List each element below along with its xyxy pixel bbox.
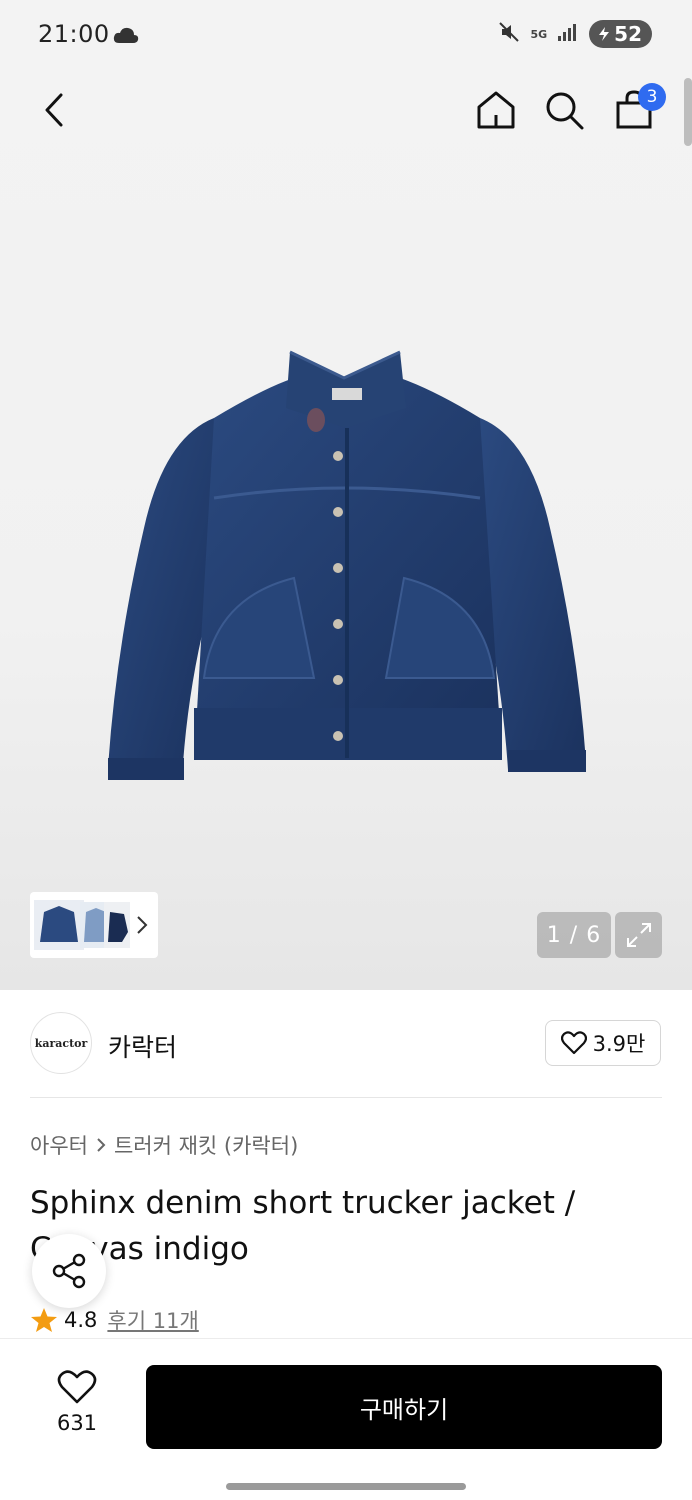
network-5g-icon: 5G bbox=[530, 27, 548, 41]
share-button[interactable] bbox=[32, 1234, 106, 1308]
product-image bbox=[108, 350, 586, 780]
wishlist-button[interactable]: 631 bbox=[44, 1369, 110, 1449]
status-bar: 21:00 5G 52 bbox=[0, 0, 692, 72]
breadcrumb: 아우터 트러커 재킷 (카락터) bbox=[30, 1130, 298, 1160]
search-icon bbox=[546, 92, 584, 130]
signal-icon bbox=[557, 22, 579, 46]
search-button[interactable] bbox=[538, 84, 590, 136]
bottom-bar: 631 구매하기 bbox=[0, 1338, 692, 1500]
top-nav: 3 bbox=[0, 72, 692, 148]
star-icon bbox=[31, 1308, 57, 1332]
rating-score: 4.8 bbox=[64, 1308, 98, 1332]
rating-row: 4.8 후기 11개 bbox=[30, 1305, 199, 1335]
buy-button[interactable]: 구매하기 bbox=[146, 1365, 662, 1449]
cart-button[interactable]: 3 bbox=[608, 83, 666, 136]
share-icon bbox=[52, 1253, 86, 1289]
thumbnail-strip[interactable] bbox=[30, 892, 158, 958]
brand-row[interactable]: karactor 카락터 3.9만 bbox=[0, 990, 692, 1098]
divider bbox=[30, 1097, 662, 1098]
back-icon bbox=[45, 93, 63, 127]
back-button[interactable] bbox=[28, 84, 80, 136]
scrollbar[interactable] bbox=[684, 78, 692, 146]
expand-button[interactable] bbox=[615, 912, 662, 958]
breadcrumb-category[interactable]: 아우터 bbox=[30, 1130, 88, 1160]
home-button[interactable] bbox=[470, 84, 522, 136]
chevron-right-icon bbox=[97, 1138, 106, 1152]
brand-like-button[interactable]: 3.9만 bbox=[545, 1020, 661, 1066]
home-indicator[interactable] bbox=[226, 1483, 466, 1490]
cloud-icon bbox=[112, 24, 140, 50]
review-link[interactable]: 후기 11개 bbox=[107, 1305, 198, 1335]
product-gallery[interactable]: 3 1 / 6 bbox=[0, 72, 692, 990]
status-time: 21:00 bbox=[38, 20, 110, 48]
cart-count-badge: 3 bbox=[638, 83, 666, 111]
chevron-right-icon bbox=[137, 916, 148, 934]
image-counter: 1 / 6 bbox=[537, 912, 611, 958]
home-icon bbox=[477, 91, 515, 129]
brand-like-count: 3.9만 bbox=[592, 1032, 646, 1056]
product-title: Sphinx denim short trucker jacket / Canv… bbox=[30, 1185, 576, 1267]
battery-level: 52 bbox=[614, 22, 642, 46]
expand-icon bbox=[626, 923, 651, 947]
brand-logo[interactable]: karactor bbox=[30, 1012, 92, 1074]
battery-icon: 52 bbox=[589, 20, 652, 48]
wishlist-count: 631 bbox=[56, 1411, 98, 1435]
status-icons: 5G 52 bbox=[498, 20, 652, 48]
heart-icon bbox=[560, 1031, 587, 1055]
brand-name[interactable]: 카락터 bbox=[108, 1028, 177, 1064]
breadcrumb-subcategory[interactable]: 트러커 재킷 (카락터) bbox=[114, 1130, 298, 1160]
heart-icon bbox=[57, 1370, 97, 1404]
thumbnail-images bbox=[34, 900, 130, 950]
mute-icon bbox=[498, 21, 520, 47]
